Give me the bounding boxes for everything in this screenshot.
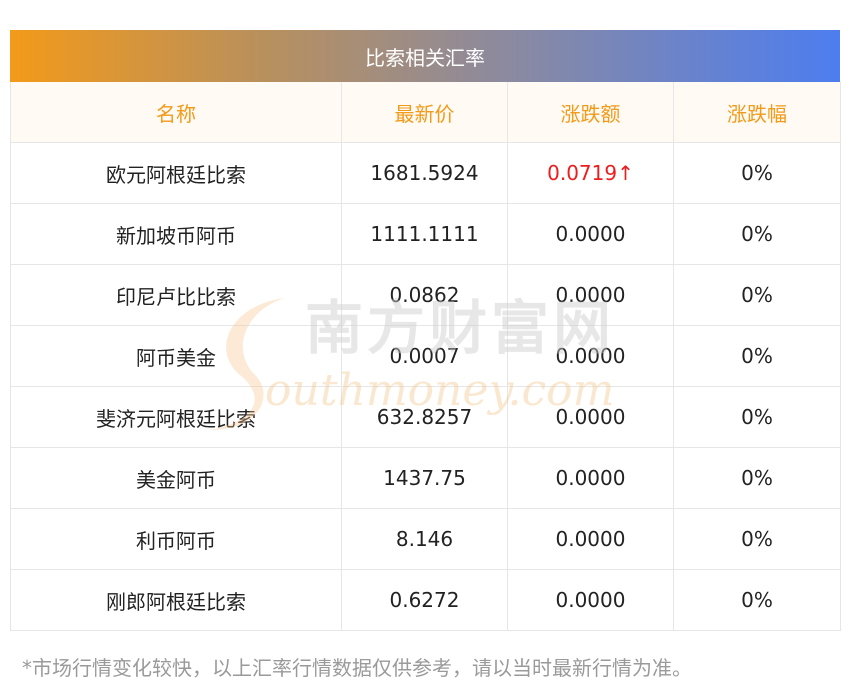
cell-price: 1437.75 [341,447,508,509]
cell-price: 8.146 [341,508,508,570]
cell-change: 0.0719↑ [507,142,674,204]
cell-pct: 0% [673,203,841,265]
cell-pct: 0% [673,264,841,326]
cell-change: 0.0000 [507,508,674,570]
cell-price: 1681.5924 [341,142,508,204]
table-row[interactable]: 斐济元阿根廷比索 632.8257 0.0000 0% [10,386,841,448]
table-row[interactable]: 印尼卢比比索 0.0862 0.0000 0% [10,264,841,326]
cell-change: 0.0000 [507,447,674,509]
table-row[interactable]: 美金阿币 1437.75 0.0000 0% [10,447,841,509]
cell-change: 0.0000 [507,264,674,326]
header-pct: 涨跌幅 [673,82,841,143]
cell-pct: 0% [673,508,841,570]
cell-price: 1111.1111 [341,203,508,265]
cell-pct: 0% [673,386,841,448]
cell-price: 0.6272 [341,569,508,631]
panel-title: 比索相关汇率 [10,30,840,82]
cell-price: 0.0862 [341,264,508,326]
cell-price: 632.8257 [341,386,508,448]
cell-name: 利币阿币 [10,508,342,570]
cell-pct: 0% [673,325,841,387]
table-row[interactable]: 利币阿币 8.146 0.0000 0% [10,508,841,570]
cell-name: 印尼卢比比索 [10,264,342,326]
cell-name: 刚郎阿根廷比索 [10,569,342,631]
table-row[interactable]: 阿币美金 0.0007 0.0000 0% [10,325,841,387]
rate-panel: 比索相关汇率 名称 最新价 涨跌额 涨跌幅 欧元阿根廷比索 1681.5924 … [10,30,841,631]
disclaimer-footnote: *市场行情变化较快，以上汇率行情数据仅供参考，请以当时最新行情为准。 [22,656,692,680]
cell-price: 0.0007 [341,325,508,387]
table-row[interactable]: 欧元阿根廷比索 1681.5924 0.0719↑ 0% [10,142,841,204]
cell-name: 斐济元阿根廷比索 [10,386,342,448]
rate-table: 名称 最新价 涨跌额 涨跌幅 欧元阿根廷比索 1681.5924 0.0719↑… [10,82,841,631]
cell-change: 0.0000 [507,203,674,265]
cell-change: 0.0000 [507,325,674,387]
table-header-row: 名称 最新价 涨跌额 涨跌幅 [10,82,841,143]
cell-change: 0.0000 [507,569,674,631]
header-change: 涨跌额 [507,82,674,143]
header-name: 名称 [10,82,342,143]
table-row[interactable]: 刚郎阿根廷比索 0.6272 0.0000 0% [10,569,841,631]
cell-name: 新加坡币阿币 [10,203,342,265]
cell-pct: 0% [673,569,841,631]
table-row[interactable]: 新加坡币阿币 1111.1111 0.0000 0% [10,203,841,265]
header-price: 最新价 [341,82,508,143]
cell-name: 欧元阿根廷比索 [10,142,342,204]
cell-name: 阿币美金 [10,325,342,387]
cell-name: 美金阿币 [10,447,342,509]
cell-pct: 0% [673,447,841,509]
cell-pct: 0% [673,142,841,204]
cell-change: 0.0000 [507,386,674,448]
